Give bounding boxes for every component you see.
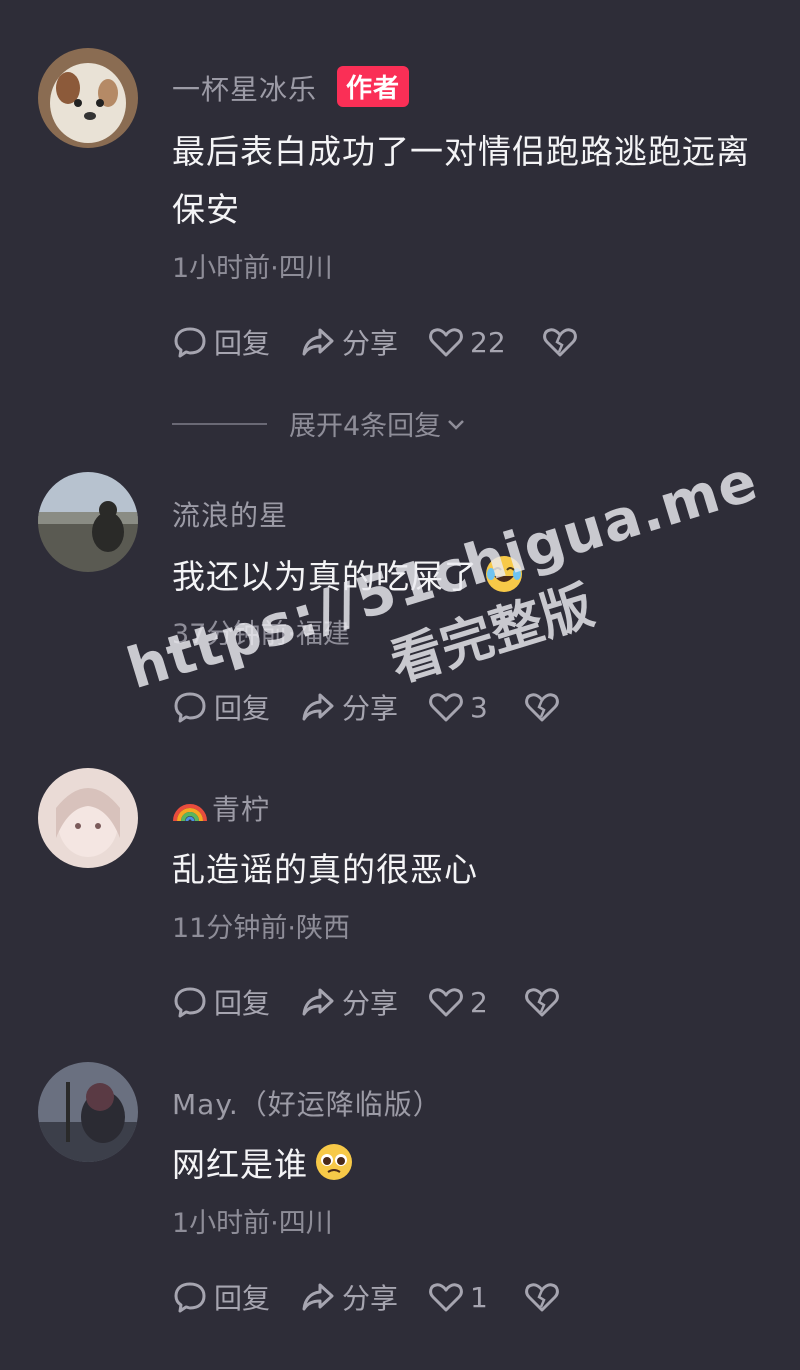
avatar[interactable] (38, 472, 138, 572)
username[interactable]: 流浪的星 (172, 494, 288, 534)
comment-text: 乱造谣的真的很恶心 (172, 850, 478, 889)
divider-line (172, 422, 267, 425)
share-arrow-icon (302, 328, 334, 356)
chevron-down-icon (448, 419, 465, 430)
reply-label: 回复 (214, 692, 271, 725)
avatar[interactable] (38, 48, 138, 148)
comment-text: 最后表白成功了一对情侣跑路逃跑远离保安 (172, 132, 750, 229)
reply-button[interactable]: 回复 (172, 982, 270, 1022)
like-button[interactable]: 2 (428, 984, 488, 1020)
share-button[interactable]: 分享 (300, 1277, 398, 1317)
reply-button[interactable]: 回复 (172, 322, 270, 362)
comment-text-content: 网红是谁 (172, 1145, 308, 1184)
comment-text: 我还以为真的吃屎了 (172, 548, 772, 606)
like-count: 3 (470, 690, 488, 724)
like-button[interactable]: 3 (428, 689, 488, 725)
share-label: 分享 (342, 1282, 399, 1315)
author-badge: 作者 (337, 66, 410, 107)
share-button[interactable]: 分享 (300, 687, 398, 727)
dislike-button[interactable] (524, 689, 566, 725)
like-button[interactable]: 1 (428, 1279, 488, 1315)
broken-heart-icon (524, 988, 559, 1017)
heart-icon (429, 328, 463, 357)
share-label: 分享 (342, 692, 399, 725)
dislike-button[interactable] (524, 1279, 566, 1315)
reply-button[interactable]: 回复 (172, 687, 270, 727)
username-text: 青柠 (212, 793, 271, 826)
comment-actions: 回复 分享 2 (172, 982, 596, 1022)
pleading-face-emoji (316, 1144, 352, 1180)
comment-actions: 回复 分享 1 (172, 1277, 596, 1317)
share-button[interactable]: 分享 (300, 322, 398, 362)
dislike-button[interactable] (542, 324, 584, 360)
reply-label: 回复 (214, 1282, 271, 1315)
like-count: 1 (470, 1280, 488, 1314)
comment-meta: 1小时前·四川 (172, 1208, 333, 1239)
username-text: 一杯星冰乐 (172, 73, 318, 106)
comment-bubble-icon (174, 1282, 206, 1313)
avatar[interactable] (38, 768, 138, 868)
avatar[interactable] (38, 1062, 138, 1162)
rainbow-icon (173, 804, 207, 822)
comment-bubble-icon (174, 987, 206, 1018)
like-count: 22 (470, 325, 506, 359)
comment-meta: 11分钟前·陕西 (172, 913, 350, 944)
comment-bubble-icon (174, 692, 206, 723)
heart-icon (429, 988, 463, 1017)
share-label: 分享 (342, 987, 399, 1020)
comment-actions: 回复 分享 3 (172, 687, 596, 727)
username[interactable]: May.（好运降临版） (172, 1083, 442, 1123)
username[interactable]: 一杯星冰乐 作者 (172, 66, 410, 108)
expand-replies-label: 展开4条回复 (289, 411, 442, 442)
share-arrow-icon (302, 988, 334, 1016)
broken-heart-icon (524, 1283, 559, 1312)
laughing-tears-emoji (486, 556, 522, 592)
share-button[interactable]: 分享 (300, 982, 398, 1022)
comment-text-content: 我还以为真的吃屎了 (172, 557, 478, 596)
share-arrow-icon (302, 1283, 334, 1311)
broken-heart-icon (524, 693, 559, 722)
share-label: 分享 (342, 327, 399, 360)
expand-replies-button[interactable]: 展开4条回复 (172, 404, 467, 443)
reply-button[interactable]: 回复 (172, 1277, 270, 1317)
comment-text: 网红是谁 (172, 1136, 772, 1194)
share-arrow-icon (302, 693, 334, 721)
username[interactable]: 青柠 (172, 788, 270, 828)
comment-bubble-icon (174, 327, 206, 358)
heart-icon (429, 1283, 463, 1312)
comment-meta: 1小时前·四川 (172, 253, 333, 284)
comment-meta: 37分钟前·福建 (172, 619, 350, 650)
like-button[interactable]: 22 (428, 324, 506, 360)
comment-actions: 回复 分享 22 (172, 322, 614, 362)
broken-heart-icon (542, 328, 577, 357)
heart-icon (429, 693, 463, 722)
like-count: 2 (470, 985, 488, 1019)
reply-label: 回复 (214, 987, 271, 1020)
reply-label: 回复 (214, 327, 271, 360)
dislike-button[interactable] (524, 984, 566, 1020)
